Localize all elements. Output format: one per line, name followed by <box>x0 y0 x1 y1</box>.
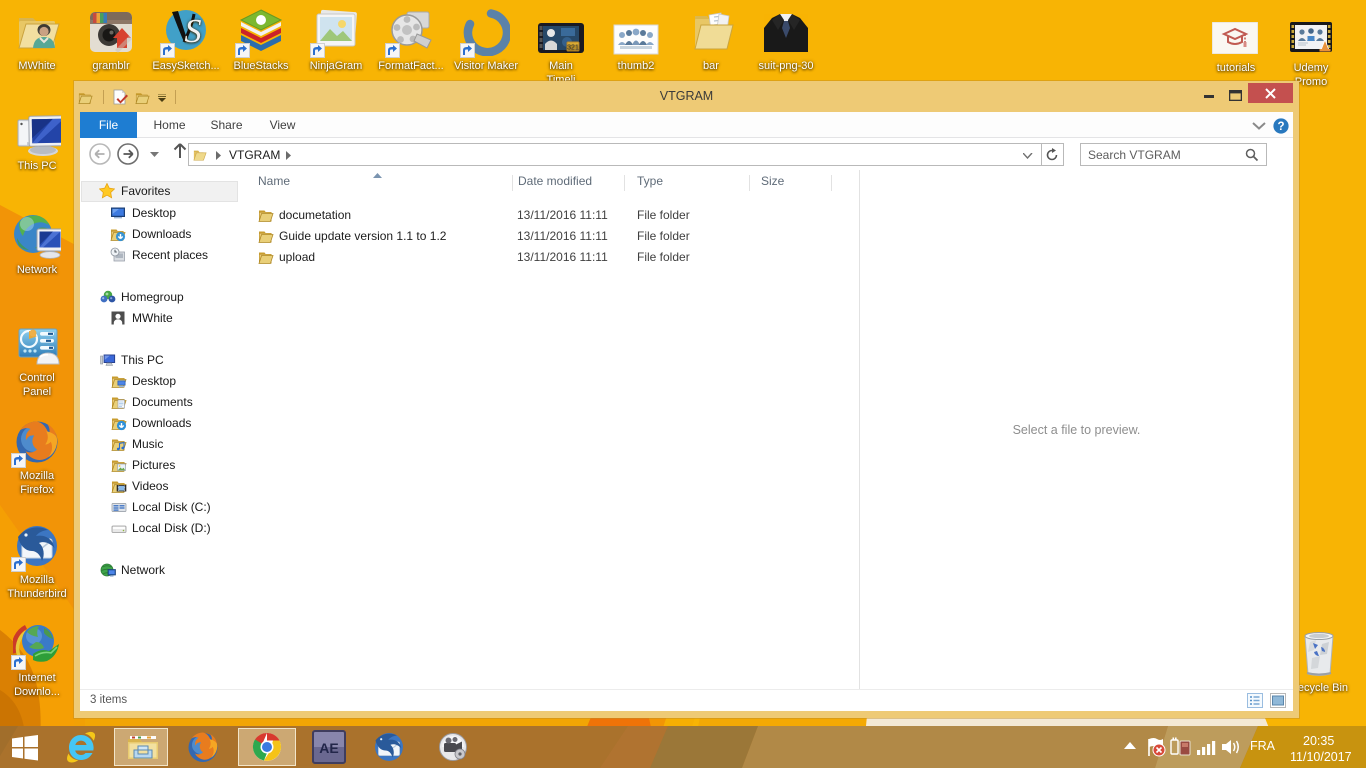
svg-text:S: S <box>185 13 202 50</box>
svg-text:321: 321 <box>567 45 579 52</box>
svg-text:?: ? <box>1277 121 1284 133</box>
svg-text:AE: AE <box>319 740 338 756</box>
